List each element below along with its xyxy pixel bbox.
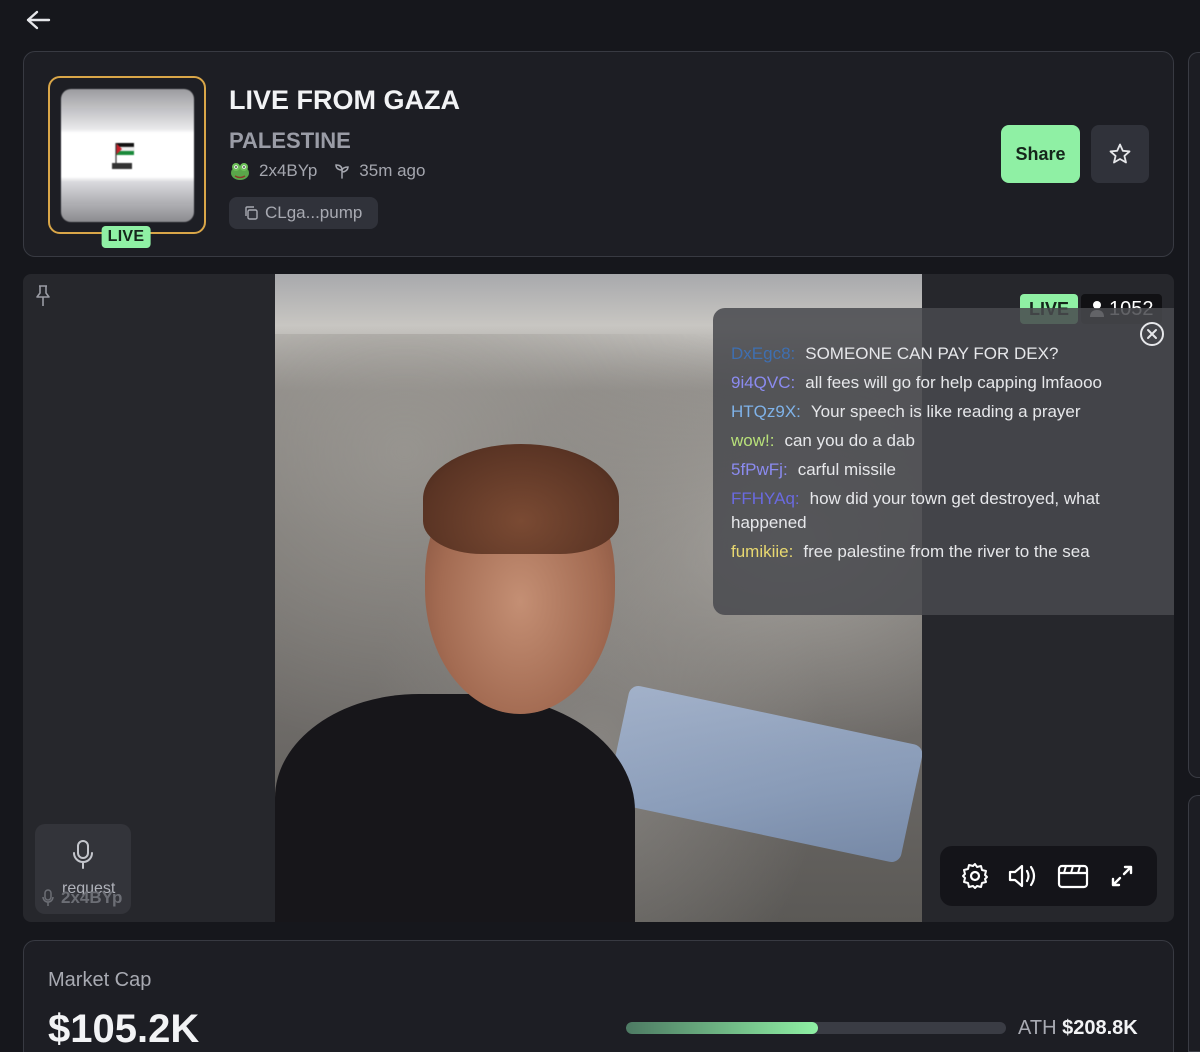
chat-text: free palestine from the river to the sea: [803, 542, 1090, 561]
chat-text: can you do a dab: [784, 431, 915, 450]
token-header-card: LIVE LIVE FROM GAZA PALESTINE 2x4BYp 35m…: [23, 51, 1174, 257]
market-cap-label: Market Cap: [48, 969, 152, 991]
token-ticker: PALESTINE: [229, 128, 351, 153]
player-controls: [940, 846, 1157, 906]
token-image: [61, 89, 194, 222]
chat-username[interactable]: fumikiie:: [731, 542, 793, 561]
pin-icon[interactable]: [33, 284, 53, 308]
flag-icon: [111, 143, 134, 169]
mic-icon: [73, 840, 93, 869]
host-name: 2x4BYp: [61, 888, 123, 907]
chat-username[interactable]: wow!:: [731, 431, 774, 450]
gear-icon: [961, 863, 988, 889]
frog-avatar-icon[interactable]: [229, 160, 251, 182]
fullscreen-button[interactable]: [1104, 858, 1140, 894]
created-time: 35m ago: [359, 161, 426, 180]
side-panel-edge: [1188, 52, 1200, 778]
chat-overlay: DxEgc8: SOMEONE CAN PAY FOR DEX? 9i4QVC: al…: [713, 308, 1174, 615]
chat-username[interactable]: HTQz9X:: [731, 402, 801, 421]
ath-label: ATH: [1018, 1017, 1057, 1039]
host-speaker: 2x4BYp: [41, 888, 122, 908]
livestream-player[interactable]: request 2x4BYp LIVE 1052 DxEgc8:SOMEONE …: [23, 274, 1174, 922]
chat-message: 9i4QVC: all fees will go for help capping…: [731, 371, 1151, 395]
sprout-icon: [335, 164, 350, 179]
fullscreen-icon: [1112, 865, 1133, 887]
market-cap-card: Market Cap $105.2K ATH $208.8K: [23, 940, 1174, 1052]
settings-button[interactable]: [957, 858, 993, 894]
chat-message: fumikiie: free palestine from the river t…: [731, 540, 1151, 564]
favorite-button[interactable]: [1091, 125, 1149, 183]
contract-address-copy[interactable]: CLga...pump: [229, 197, 379, 229]
chat-text: SOMEONE CAN PAY FOR DEX?: [805, 344, 1059, 363]
chat-text: Your speech is like reading a prayer: [810, 402, 1081, 421]
ath-value: $208.8K: [1062, 1017, 1138, 1039]
copy-icon: [245, 206, 258, 220]
chat-text: carful missile: [797, 460, 896, 479]
chat-messages: DxEgc8: SOMEONE CAN PAY FOR DEX? 9i4QVC: al…: [731, 342, 1151, 569]
chat-text: all fees will go for help capping lmfaoo…: [805, 373, 1102, 392]
star-icon: [1109, 143, 1131, 164]
clapperboard-icon: [1058, 864, 1089, 889]
chat-username[interactable]: FFHYAq:: [731, 489, 800, 508]
market-cap-value: $105.2K: [48, 1007, 200, 1051]
ath-indicator: ATH $208.8K: [1018, 1017, 1138, 1040]
share-button[interactable]: Share: [1001, 125, 1080, 183]
chat-message: HTQz9X: Your speech is like reading a pra…: [731, 400, 1151, 424]
creator-name[interactable]: 2x4BYp: [259, 161, 317, 181]
arrow-left-icon: [26, 10, 51, 30]
chat-username[interactable]: 5fPwFj:: [731, 460, 788, 479]
chat-username[interactable]: 9i4QVC:: [731, 373, 795, 392]
token-meta: 2x4BYp 35m ago: [229, 160, 425, 182]
chat-message: 5fPwFj: carful missile: [731, 458, 1151, 482]
chat-message: FFHYAq: how did your town get destroyed, …: [731, 487, 1151, 535]
clip-button[interactable]: [1055, 858, 1091, 894]
side-panel-edge-lower: [1188, 795, 1200, 1052]
chat-message: DxEgc8: SOMEONE CAN PAY FOR DEX?: [731, 342, 1151, 366]
thumbnail-live-badge: LIVE: [101, 226, 151, 248]
volume-button[interactable]: [1006, 858, 1042, 894]
token-title: LIVE FROM GAZA: [229, 85, 460, 115]
ath-progress-fill: [626, 1022, 818, 1034]
chat-message: wow!: can you do a dab: [731, 429, 1151, 453]
contract-address: CLga...pump: [265, 203, 363, 222]
volume-icon: [1008, 864, 1035, 888]
ath-progress-bar: [626, 1022, 1006, 1034]
chat-username[interactable]: DxEgc8:: [731, 344, 795, 363]
token-thumbnail[interactable]: LIVE: [48, 76, 206, 248]
back-button[interactable]: [22, 6, 54, 34]
mic-icon: [42, 889, 54, 906]
